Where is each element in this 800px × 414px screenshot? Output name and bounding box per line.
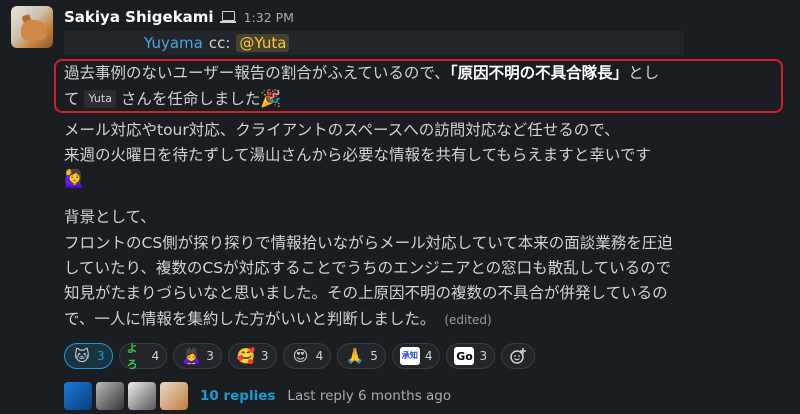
cc-label: cc:: [208, 34, 231, 52]
folded-hands-icon: 🙏: [345, 347, 365, 365]
message-header: Sakiya Shigekami 1:32 PM: [64, 6, 294, 28]
reply-avatar-4: [160, 382, 188, 410]
add-emoji-icon: [510, 348, 527, 364]
highlight-line-2: て Yuta さんを任命しました🎉: [64, 87, 282, 111]
highlight-line1-bold: 「原因不明の不具合隊長」: [449, 64, 629, 82]
go-stamp-icon: Go: [454, 347, 475, 365]
mention-yuyama[interactable]: Yuyama: [144, 34, 203, 52]
reaction-count: 3: [479, 349, 488, 363]
reaction-count: 4: [424, 349, 433, 363]
thread-summary[interactable]: 10 replies Last reply 6 months ago: [64, 382, 451, 410]
woman-raising-hand-icon: 🙋‍♀️: [64, 169, 86, 189]
add-reaction-button[interactable]: [501, 343, 536, 369]
background-line-3: 知見がたまりづらいなと思いました。その上原因不明の複数の不具合が併発しているの: [64, 284, 668, 302]
laptop-icon: [219, 11, 236, 23]
party-popper-icon: 🎉: [260, 89, 282, 109]
smiling-face-with-hearts-icon: 🥰: [236, 347, 256, 365]
background-heading: 背景として、: [64, 208, 156, 226]
cool-cat-face-icon: 🐱: [74, 347, 90, 365]
woman-bowing-icon: 🙇‍♀️: [181, 347, 201, 365]
highlight-line2-suffix: さんを任命しました: [120, 90, 261, 108]
reaction-folded-hands[interactable]: 🙏 5: [337, 343, 386, 369]
author-avatar[interactable]: [11, 6, 53, 48]
reply-avatar-2: [96, 382, 124, 410]
edited-label: (edited): [444, 313, 492, 327]
replies-link[interactable]: 10 replies: [200, 388, 275, 404]
heart-eyes-icon: 😍: [292, 347, 309, 365]
highlight-line-1: 過去事例のないユーザー報告の割合がふえているので、「原因不明の不具合隊長」とし: [64, 61, 659, 85]
highlight-line1-prefix: 過去事例のないユーザー報告の割合がふえているので、: [64, 64, 450, 82]
text-stamp-icon: 承知: [399, 347, 420, 365]
reaction-yoroshiku[interactable]: よろ 4: [118, 342, 168, 371]
last-reply-text: Last reply 6 months ago: [287, 388, 452, 404]
cc-line: Yuyama cc: @Yuta: [64, 31, 684, 55]
message-timestamp[interactable]: 1:32 PM: [244, 10, 294, 25]
yoroshiku-icon: よろ: [126, 342, 138, 371]
reaction-go[interactable]: Go 3: [446, 343, 496, 369]
author-name[interactable]: Sakiya Shigekami: [64, 8, 214, 26]
reaction-heart-eyes[interactable]: 😍 4: [282, 343, 332, 369]
body-line-3: 🙋‍♀️: [64, 167, 85, 191]
avatar-dog: [21, 20, 47, 40]
highlight-line2-prefix: て: [64, 90, 80, 108]
reaction-cool-cat[interactable]: 🐱 3: [64, 343, 113, 369]
user-chip-yuta[interactable]: Yuta: [84, 90, 116, 108]
body-line-2: 来週の火曜日を待たずして湯山さんから必要な情報を共有してもらえますと幸いです: [64, 146, 651, 164]
mention-yuta[interactable]: @Yuta: [236, 34, 290, 52]
reactions-bar: 🐱 3 よろ 4 🙇‍♀️ 3 🥰 3 😍 4 🙏 5 承知 4 Go 3: [64, 342, 536, 371]
reaction-count: 3: [260, 349, 269, 363]
reaction-smiling-hearts[interactable]: 🥰 3: [227, 343, 277, 369]
background-line-1: フロントのCS側が探り探りで情報拾いながらメール対応していて本来の面談業務を圧迫: [64, 234, 673, 252]
body-line-1: メール対応やtour対応、クライアントのスペースへの訪問対応など任せるので、: [64, 121, 620, 139]
background-line-4: で、一人に情報を集約した方がいいと判断しました。 (edited): [64, 307, 492, 332]
reaction-count: 4: [151, 349, 160, 363]
reply-avatar-1: [64, 382, 92, 410]
reaction-count: 5: [370, 349, 378, 363]
reaction-count: 3: [97, 349, 105, 363]
background-line-4-text: で、一人に情報を集約した方がいいと判断しました。: [64, 310, 436, 328]
reaction-count: 3: [206, 349, 214, 363]
background-line-2: していたり、複数のCSが対応することでうちのエンジニアとの窓口も散乱しているので: [64, 259, 672, 277]
reaction-woman-bowing[interactable]: 🙇‍♀️ 3: [173, 343, 222, 369]
reply-avatar-3: [128, 382, 156, 410]
reaction-text-stamp[interactable]: 承知 4: [391, 343, 441, 369]
highlight-line1-suffix: とし: [628, 64, 660, 82]
reaction-count: 4: [315, 349, 324, 363]
